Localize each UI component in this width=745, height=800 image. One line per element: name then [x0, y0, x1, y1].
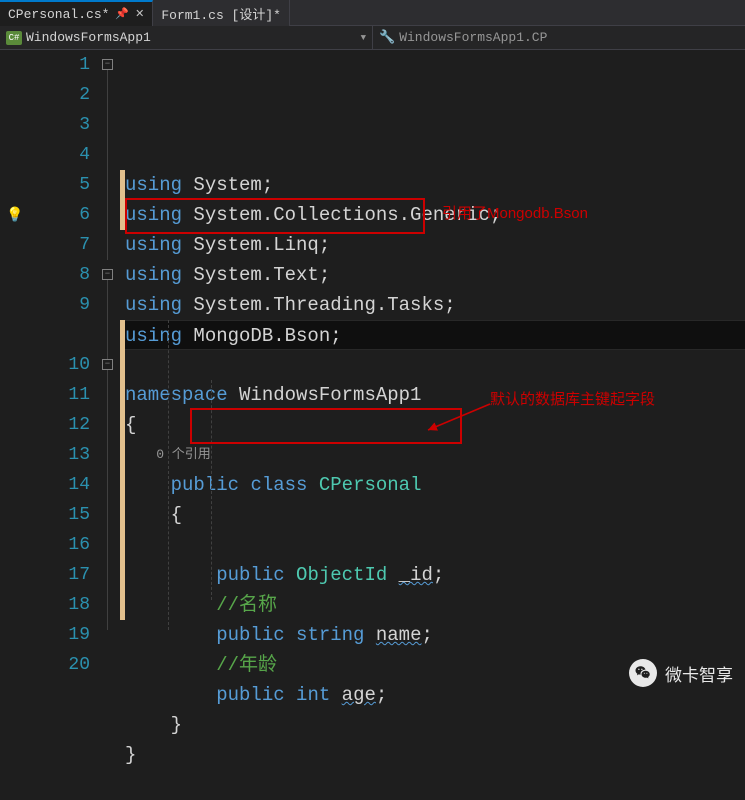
- code-line[interactable]: namespace WindowsFormsApp1: [125, 380, 745, 410]
- indent-guide: [168, 320, 169, 630]
- nav-scope-dropdown[interactable]: C# WindowsFormsApp1 ▼: [0, 26, 372, 50]
- tab-cpersonal[interactable]: CPersonal.cs* 📌 ✕: [0, 0, 153, 26]
- indent-guide: [211, 380, 212, 600]
- line-number: 17: [30, 560, 90, 590]
- line-number: 3: [30, 110, 90, 140]
- fold-line: [107, 280, 108, 630]
- close-icon[interactable]: ✕: [135, 7, 144, 21]
- code-line[interactable]: }: [125, 710, 745, 740]
- chevron-down-icon: ▼: [361, 33, 366, 43]
- line-number: 14: [30, 470, 90, 500]
- fold-toggle[interactable]: −: [102, 359, 113, 370]
- tab-bar: CPersonal.cs* 📌 ✕ Form1.cs [设计]*: [0, 0, 745, 26]
- wrench-icon: 🔧: [379, 30, 395, 45]
- code-line[interactable]: using System.Collections.Generic;: [125, 200, 745, 230]
- pin-icon[interactable]: 📌: [115, 7, 129, 21]
- line-number: 15: [30, 500, 90, 530]
- watermark-text: 微卡智享: [665, 661, 733, 686]
- line-number: 11: [30, 380, 90, 410]
- tab-label: CPersonal.cs*: [8, 7, 109, 22]
- fold-toggle[interactable]: −: [102, 59, 113, 70]
- code-line[interactable]: //名称: [125, 590, 745, 620]
- line-number-blank: [30, 320, 90, 350]
- codelens-references[interactable]: 0 个引用: [125, 440, 745, 470]
- fold-line: [107, 70, 108, 260]
- line-number: 12: [30, 410, 90, 440]
- line-number: 19: [30, 620, 90, 650]
- line-number: 9: [30, 290, 90, 320]
- code-line[interactable]: public ObjectId _id;: [125, 560, 745, 590]
- fold-toggle[interactable]: −: [102, 269, 113, 280]
- code-line[interactable]: using System.Threading.Tasks;: [125, 290, 745, 320]
- line-number: 2: [30, 80, 90, 110]
- code-line[interactable]: [125, 530, 745, 560]
- line-number: 4: [30, 140, 90, 170]
- csharp-icon: C#: [6, 31, 22, 45]
- wechat-icon: [629, 659, 657, 687]
- code-line[interactable]: public class CPersonal: [125, 470, 745, 500]
- watermark: 微卡智享: [629, 659, 733, 687]
- code-area[interactable]: using System;using System.Collections.Ge…: [125, 50, 745, 703]
- nav-type-text: WindowsFormsApp1.CP: [399, 30, 547, 45]
- line-number: 6: [30, 200, 90, 230]
- navigation-bar: C# WindowsFormsApp1 ▼ 🔧 WindowsFormsApp1…: [0, 26, 745, 50]
- code-line[interactable]: using System.Linq;: [125, 230, 745, 260]
- tab-label: Form1.cs [设计]*: [161, 4, 281, 23]
- line-number: 5: [30, 170, 90, 200]
- nav-type-dropdown[interactable]: 🔧 WindowsFormsApp1.CP: [372, 26, 745, 50]
- code-line[interactable]: using System.Text;: [125, 260, 745, 290]
- line-number: 7: [30, 230, 90, 260]
- line-number: 1: [30, 50, 90, 80]
- line-number: 10: [30, 350, 90, 380]
- tab-form1[interactable]: Form1.cs [设计]*: [153, 0, 290, 26]
- code-line[interactable]: {: [125, 500, 745, 530]
- editor-margin: 💡: [0, 50, 30, 703]
- code-line[interactable]: [125, 350, 745, 380]
- lightbulb-icon[interactable]: 💡: [6, 207, 23, 224]
- nav-scope-text: WindowsFormsApp1: [26, 30, 151, 45]
- line-number: 20: [30, 650, 90, 680]
- code-line[interactable]: using System;: [125, 170, 745, 200]
- fold-column: − − −: [100, 50, 120, 703]
- code-line[interactable]: using MongoDB.Bson;: [125, 320, 745, 350]
- code-line[interactable]: public string name;: [125, 620, 745, 650]
- line-number: 8: [30, 260, 90, 290]
- code-line[interactable]: }: [125, 740, 745, 770]
- line-number: 16: [30, 530, 90, 560]
- line-number: 18: [30, 590, 90, 620]
- code-line[interactable]: [125, 770, 745, 800]
- line-number: 13: [30, 440, 90, 470]
- code-editor[interactable]: 💡 1234567891011121314151617181920 − − − …: [0, 50, 745, 703]
- line-number-gutter: 1234567891011121314151617181920: [30, 50, 100, 703]
- code-line[interactable]: {: [125, 410, 745, 440]
